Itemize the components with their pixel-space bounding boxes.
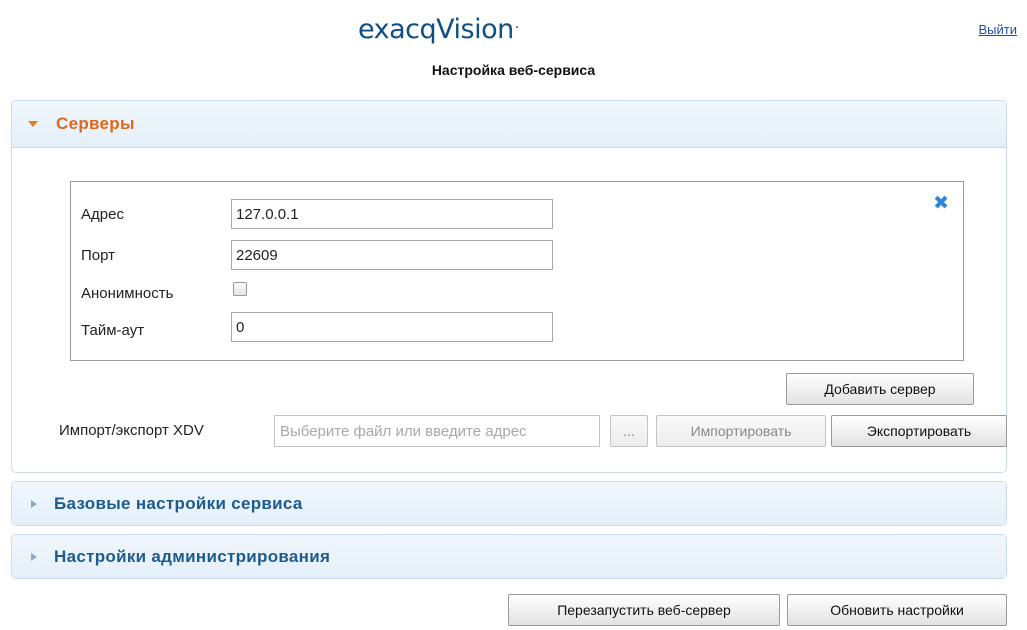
export-button[interactable]: Экспортировать [831,415,1007,447]
logout-link[interactable]: Выйти [979,22,1018,37]
remove-server-icon[interactable]: ✖ [933,194,949,213]
admin-settings-section: Настройки администрирования [11,534,1007,579]
update-settings-button[interactable]: Обновить настройки [787,594,1007,626]
address-label: Адрес [81,206,124,223]
restart-webserver-button[interactable]: Перезапустить веб-сервер [508,594,780,626]
browse-button[interactable]: ... [610,415,648,447]
xdv-file-input[interactable] [274,415,600,447]
import-export-label: Импорт/экспорт XDV [59,422,204,439]
collapsed-arrow-icon [31,499,37,508]
collapsed-arrow-icon [31,552,37,561]
timeout-input[interactable] [231,312,553,342]
web-service-settings-page: exacqVision· Выйти Настройка веб-сервиса… [0,0,1027,630]
basic-settings-section: Базовые настройки сервиса [11,481,1007,526]
import-button[interactable]: Импортировать [656,415,826,447]
port-label: Порт [81,247,116,264]
add-server-button[interactable]: Добавить сервер [786,373,974,405]
server-entry: Адрес Порт Анонимность Тайм-аут ✖ [70,181,964,361]
basic-settings-header[interactable]: Базовые настройки сервиса [12,482,1006,525]
servers-section-title: Серверы [56,114,135,133]
timeout-label: Тайм-аут [81,322,145,339]
servers-section: Серверы Адрес Порт Анонимность Тайм-аут … [11,100,1007,473]
admin-settings-title: Настройки администрирования [54,546,331,566]
basic-settings-title: Базовые настройки сервиса [54,493,303,513]
servers-section-header[interactable]: Серверы [12,101,1006,148]
logo-text: exacqVision [358,14,514,45]
expanded-arrow-icon [28,121,38,127]
page-title: Настройка веб-сервиса [431,62,596,78]
exacqvision-logo: exacqVision· [358,14,519,45]
port-input[interactable] [231,240,553,270]
logo-mark-icon: · [514,20,519,36]
anonymity-checkbox[interactable] [233,282,247,296]
admin-settings-header[interactable]: Настройки администрирования [12,535,1006,578]
address-input[interactable] [231,199,553,229]
anonymity-label: Анонимность [81,285,174,302]
